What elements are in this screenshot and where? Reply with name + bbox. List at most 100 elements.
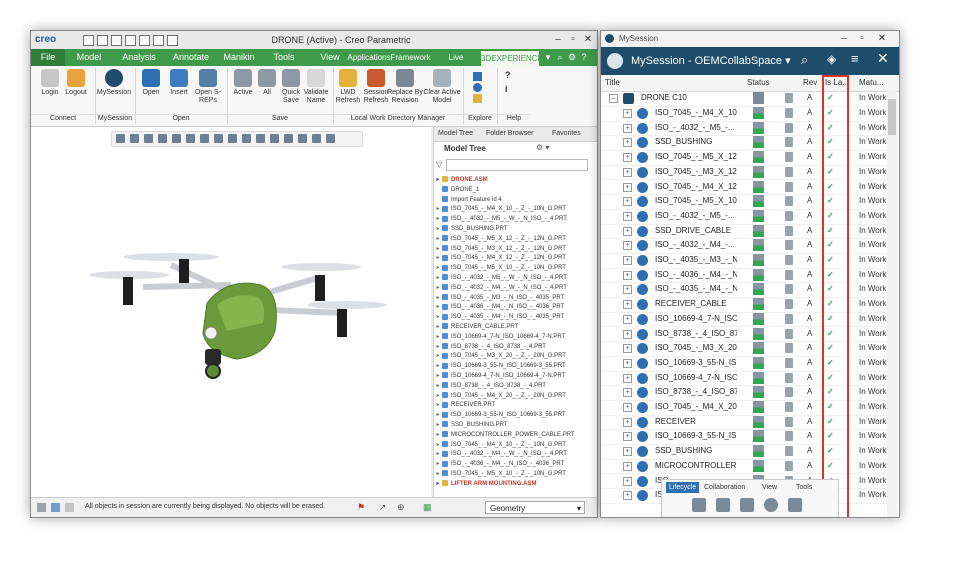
expand-icon[interactable]: + <box>623 314 632 324</box>
close-icon[interactable]: ✕ <box>875 32 889 45</box>
expand-icon[interactable]: ▸ <box>434 469 442 479</box>
change-icon[interactable] <box>740 498 754 512</box>
expand-icon[interactable]: + <box>623 461 632 471</box>
tree-item[interactable]: ▸ ISO_-_4036_-_M4_-_N_ISO_-_4036_PRT <box>434 302 597 312</box>
display-style-icon[interactable] <box>186 134 195 143</box>
expand-icon[interactable]: ▸ <box>434 293 442 303</box>
expand-icon[interactable]: + <box>623 403 632 412</box>
tree-item[interactable]: ▸ SSD_BUSHING.PRT <box>434 420 597 430</box>
tree-item[interactable]: ▸ ISO_7045_-_M3_X_12_-_Z_-_12N_G.PRT <box>434 244 597 254</box>
tree-item[interactable]: ▸ ISO_-_4032_-_M4_-_W_-_N_ISO_-_4.PRT <box>434 449 597 459</box>
refit-icon[interactable] <box>116 134 125 143</box>
expand-icon[interactable]: ▸ <box>434 381 442 391</box>
tree-item[interactable]: ▸ ISO_10669-3_55-N_ISO_10669-3_55.PRT <box>434 410 597 420</box>
tab-lifecycle[interactable]: Lifecycle <box>666 482 700 493</box>
revise-icon[interactable] <box>764 498 778 512</box>
tab-tools[interactable]: Tools <box>267 49 301 66</box>
selection-filter-dropdown[interactable]: Geometry ▾ <box>485 501 585 514</box>
expand-icon[interactable]: + <box>623 373 632 383</box>
expand-icon[interactable]: + <box>623 300 632 310</box>
expand-icon[interactable]: ▸ <box>434 322 442 332</box>
folder-icon[interactable] <box>473 94 482 103</box>
tab-collaboration[interactable]: Collaboration <box>704 482 745 493</box>
tab-favorites[interactable]: Favorites <box>552 128 581 140</box>
tree-item[interactable]: ▸ ISO_8738_-_4_ISO_8738_-_4.PRT <box>434 381 597 391</box>
expand-icon[interactable]: + <box>623 167 632 177</box>
expand-icon[interactable]: + <box>623 109 632 118</box>
tree-item[interactable]: ▸ ISO_-_4035_-_M3_-_N_ISO_-_4035_PRT <box>434 293 597 303</box>
tab-analysis[interactable]: Analysis <box>115 49 163 66</box>
expand-icon[interactable]: + <box>623 329 632 339</box>
tag-icon[interactable]: ◈ <box>827 52 836 66</box>
search-icon[interactable]: ⌕ <box>801 52 808 68</box>
close-window-icon[interactable] <box>167 35 178 46</box>
tree-item[interactable]: ▸ ISO_7045_-_M4_X_10_-_Z_-_10N_G.PRT <box>434 440 597 450</box>
expand-icon[interactable]: + <box>623 358 632 368</box>
tree-item[interactable]: ▸ RECEIVER_CABLE.PRT <box>434 322 597 332</box>
expand-icon[interactable]: + <box>623 123 632 133</box>
collapse-icon[interactable]: – <box>609 94 618 103</box>
info-icon[interactable]: i <box>505 84 529 94</box>
column-maturity[interactable]: Matu... <box>859 78 883 87</box>
tree-item[interactable]: ▸ ISO_10669-3_55-N_ISO_10669-3_55.PRT <box>434 361 597 371</box>
tab-view[interactable]: View <box>762 482 777 493</box>
tree-item[interactable]: DRONE_1 <box>434 185 597 195</box>
search-icon[interactable]: ⌕ <box>555 49 565 66</box>
mysession-scrollbar[interactable] <box>887 91 897 517</box>
close-panel-icon[interactable]: ✕ <box>877 50 889 67</box>
tree-item[interactable]: ▸ ISO_-_4036_-_M4_-_N_ISO_-_4036_PRT <box>434 459 597 469</box>
regenerate-icon[interactable] <box>153 35 164 46</box>
expand-icon[interactable]: ▸ <box>434 234 442 244</box>
binoculars-icon[interactable]: ⊕ <box>397 502 405 513</box>
expand-icon[interactable]: ▸ <box>434 224 442 234</box>
pan-icon[interactable] <box>284 134 293 143</box>
view-manager-icon[interactable] <box>214 134 223 143</box>
expand-icon[interactable]: ▸ <box>434 430 442 440</box>
tree-item[interactable]: ▸ DRONE.ASM <box>434 175 597 185</box>
compass-icon[interactable] <box>607 53 623 69</box>
pause-icon[interactable] <box>312 134 321 143</box>
expand-icon[interactable]: + <box>623 211 632 221</box>
dropdown-icon[interactable]: ▾ <box>543 49 553 66</box>
tree-item[interactable]: ▸ ISO_7045_-_M4_X_10_-_Z_-_10N_G.PRT <box>434 204 597 214</box>
expand-icon[interactable]: + <box>623 447 632 457</box>
redo-icon[interactable] <box>139 35 150 46</box>
close-icon[interactable]: ✕ <box>581 33 595 46</box>
collab-space-selector[interactable]: MySession - OEMCollabSpace ▾ <box>631 54 791 67</box>
tree-item[interactable]: ▸ ISO_7045_-_M4_X_20_-_Z_-_20N_G.PRT <box>434 391 597 401</box>
spin-center-icon[interactable] <box>172 134 181 143</box>
expand-icon[interactable]: + <box>623 270 632 280</box>
tab-view[interactable]: View <box>313 49 347 66</box>
expand-icon[interactable]: + <box>623 226 632 236</box>
zoom-in-icon[interactable] <box>130 134 139 143</box>
save-icon[interactable] <box>111 35 122 46</box>
expand-icon[interactable]: + <box>623 432 632 442</box>
expand-icon[interactable]: ▸ <box>434 449 442 459</box>
help-icon[interactable]: ? <box>579 49 589 66</box>
replace-by-revision-button[interactable]: Replace By Revision <box>387 69 423 105</box>
tab-3dexperience[interactable]: 3DEXPERIENCE <box>481 49 543 66</box>
database-icon[interactable] <box>716 498 730 512</box>
expand-icon[interactable]: ▸ <box>434 263 442 273</box>
tree-item[interactable]: ▸ ISO_7045_-_M5_X_10_-_Z_-_10N_G.PRT <box>434 469 597 479</box>
expand-icon[interactable]: + <box>623 388 632 398</box>
filter-icon[interactable]: ▽ <box>436 160 442 169</box>
expand-icon[interactable]: ▸ <box>434 302 442 312</box>
selection-icon[interactable]: ▦ <box>423 502 432 513</box>
tab-file[interactable]: File <box>31 49 65 66</box>
expand-icon[interactable]: + <box>623 285 632 295</box>
repaint-icon[interactable] <box>158 134 167 143</box>
expand-icon[interactable]: ▸ <box>434 283 442 293</box>
expand-icon[interactable]: ▸ <box>434 391 442 401</box>
tree-item[interactable]: ▸ ISO_-_4032_-_M5_-_W_-_N_ISO_-_4.PRT <box>434 214 597 224</box>
expand-icon[interactable]: ▸ <box>434 459 442 469</box>
expand-icon[interactable]: + <box>623 417 632 427</box>
tab-annotate[interactable]: Annotate <box>167 49 215 66</box>
expand-icon[interactable]: ▸ <box>434 371 442 381</box>
tab-applications-framework[interactable]: ApplicationsFramework <box>347 49 431 66</box>
datum-display-icon[interactable] <box>242 134 251 143</box>
zoom-out-icon[interactable] <box>144 134 153 143</box>
status-icon[interactable] <box>37 503 46 512</box>
tree-item[interactable]: ▸ ISO_7045_-_M3_X_20_-_Z_-_20N_G.PRT <box>434 351 597 361</box>
expand-icon[interactable]: ▸ <box>434 244 442 254</box>
